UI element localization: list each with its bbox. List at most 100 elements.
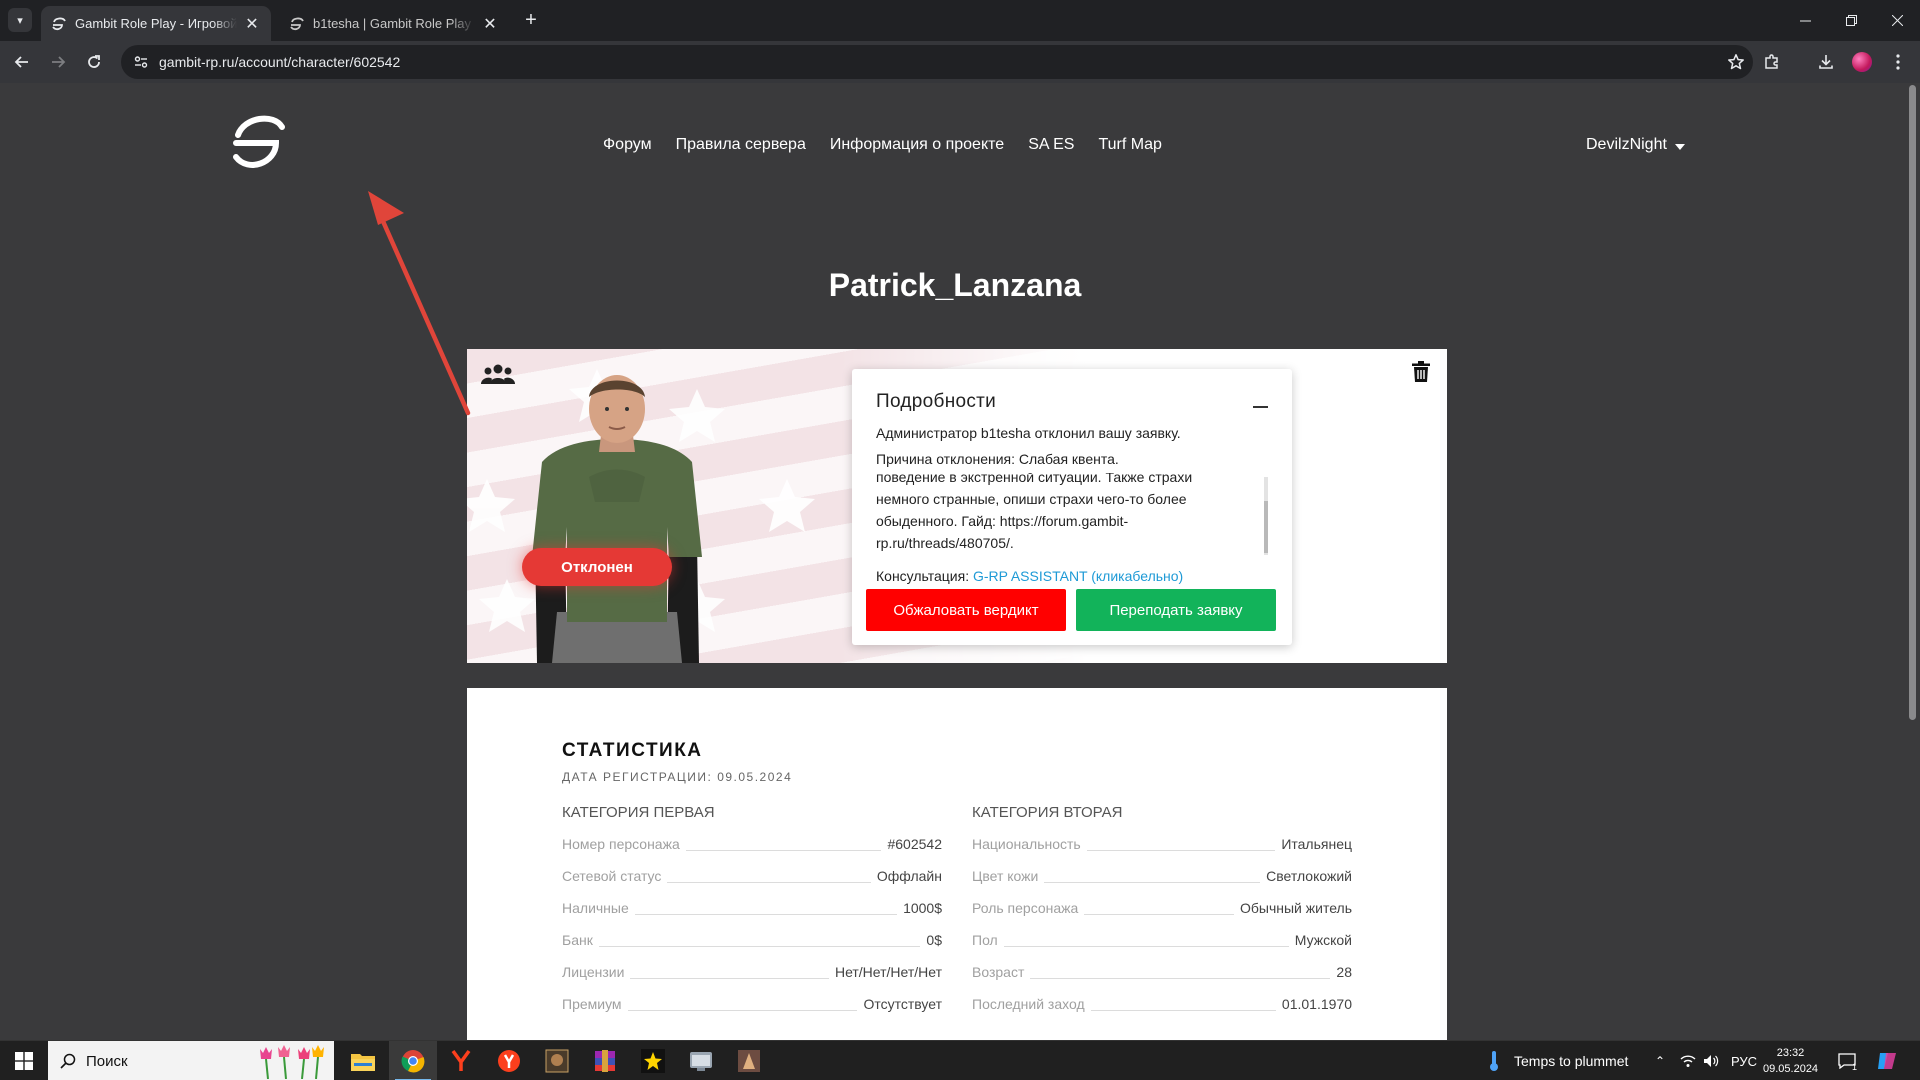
reload-button[interactable] [80,48,108,76]
taskbar-yandex[interactable] [485,1041,533,1080]
page-scrollbar[interactable] [1905,83,1920,1040]
volume-control[interactable] [1703,1041,1719,1080]
stat-key: Роль персонажа [972,900,1079,916]
windows-taskbar: Поиск Temps to plummet ⌃ РУС 23:32 09.05… [0,1040,1920,1080]
trash-icon[interactable] [1412,361,1430,382]
taskbar-winrar[interactable] [581,1041,629,1080]
extensions-button[interactable] [1758,48,1786,76]
details-panel: Подробности Администратор b1tesha отклон… [852,369,1292,645]
game-app-icon [545,1049,569,1073]
copilot-button[interactable] [1876,1041,1898,1080]
assistant-link[interactable]: G-RP ASSISTANT (кликабельно) [973,568,1183,584]
resubmit-application-button[interactable]: Переподать заявку [1076,589,1276,631]
nav-forum[interactable]: Форум [603,136,652,154]
taskbar-search-box[interactable]: Поиск [48,1041,334,1080]
search-icon [60,1053,76,1069]
tulips-decoration-icon [260,1045,324,1079]
taskbar-game-app[interactable] [533,1041,581,1080]
bookmark-star-icon[interactable] [1719,53,1753,71]
minimize-icon [1799,20,1811,22]
address-bar[interactable]: gambit-rp.ru/account/character/602542 [121,45,1753,79]
nav-project-info[interactable]: Информация о проекте [830,136,1004,154]
restore-window-button[interactable] [1828,0,1874,41]
taskbar-app-window[interactable] [677,1041,725,1080]
downloads-button[interactable] [1812,48,1840,76]
stat-value: 1000$ [903,900,942,916]
taskbar-chrome[interactable] [389,1041,437,1080]
language-indicator[interactable]: РУС [1731,1041,1757,1080]
browser-toolbar: gambit-rp.ru/account/character/602542 [0,41,1920,83]
stat-value: Мужской [1294,932,1352,948]
site-settings-icon[interactable] [131,52,151,72]
minimize-window-button[interactable] [1782,0,1828,41]
stat-key: Последний заход [972,996,1085,1012]
stat-key: Номер персонажа [562,836,680,852]
group-users-icon[interactable] [481,363,515,385]
close-window-button[interactable] [1874,0,1920,41]
browser-menu-button[interactable] [1884,48,1912,76]
back-button[interactable] [8,48,36,76]
star-app-icon [641,1049,665,1073]
copilot-icon [1878,1053,1896,1069]
tab-search-button[interactable]: ▾ [8,8,32,32]
gambit-favicon-icon [290,17,304,30]
character-card: Отклонен Подробности Администратор b1tes… [467,349,1447,663]
taskbar-star-app[interactable] [629,1041,677,1080]
chevron-down-icon: ▾ [17,14,23,27]
stat-row: Цвет кожи Светлокожий [972,868,1352,900]
stat-row: Сетевой статус Оффлайн [562,868,942,900]
tab-b1tesha-forum[interactable]: b1tesha | Gambit Role Play - Фо ✕ [279,6,509,41]
stat-value: #602542 [887,836,942,852]
appeal-verdict-button[interactable]: Обжаловать вердикт [866,589,1066,631]
reload-icon [88,55,100,68]
forward-button[interactable] [44,48,72,76]
start-button[interactable] [0,1041,48,1080]
taskbar-clock[interactable]: 23:32 09.05.2024 [1763,1045,1818,1077]
statistics-title: СТАТИСТИКА [562,740,703,761]
network-status[interactable] [1680,1041,1696,1080]
show-hidden-icons-button[interactable]: ⌃ [1655,1041,1665,1080]
search-label: Поиск [86,1052,128,1070]
stat-key: Лицензии [562,964,625,980]
user-menu[interactable]: DevilzNight [1586,136,1685,154]
taskbar-yandex-browser[interactable] [437,1041,485,1080]
weather-widget[interactable]: Temps to plummet [1488,1041,1628,1080]
category-two-list: Национальность Итальянец Цвет кожи Светлок… [972,836,1352,1028]
page-viewport: Форум Правила сервера Информация о проек… [0,83,1920,1040]
tab-title: b1tesha | Gambit Role Play - Фо [313,16,475,31]
chrome-icon [401,1050,425,1073]
gambit-logo-icon[interactable] [230,113,286,171]
stat-key: Возраст [972,964,1025,980]
new-tab-button[interactable]: + [520,9,542,31]
nav-sa-es[interactable]: SA ES [1028,136,1074,154]
taskbar-file-explorer[interactable] [339,1041,387,1080]
notification-center-button[interactable]: 1 [1838,1041,1857,1080]
close-tab-icon[interactable]: ✕ [481,14,499,34]
stat-value: Нет/Нет/Нет/Нет [834,964,942,980]
reason-scrollbar[interactable] [1264,477,1268,555]
profile-button[interactable] [1848,48,1876,76]
url-text[interactable]: gambit-rp.ru/account/character/602542 [159,54,1719,70]
stat-row: Лицензии Нет/Нет/Нет/Нет [562,964,942,996]
arrow-right-icon [52,56,66,68]
page-scrollbar-thumb[interactable] [1909,85,1916,720]
stat-row: Банк 0$ [562,932,942,964]
restore-icon [1845,15,1857,26]
tab-gambit-role-play[interactable]: Gambit Role Play - Игровой пр ✕ [41,6,271,41]
nav-turf-map[interactable]: Turf Map [1098,136,1161,154]
stat-key: Наличные [562,900,629,916]
reason-details-text: поведение в экстренной ситуации. Также с… [876,473,1193,551]
collapse-minus-icon[interactable] [1253,406,1268,408]
reason-scrollbar-thumb[interactable] [1264,501,1268,553]
stat-row: Пол Мужской [972,932,1352,964]
yandex-y-icon [451,1049,471,1071]
winrar-icon [595,1050,615,1072]
close-tab-icon[interactable]: ✕ [243,14,261,34]
taskbar-game-launcher[interactable] [725,1041,773,1080]
nav-server-rules[interactable]: Правила сервера [676,136,806,154]
reason-scroll-area[interactable]: поведение в экстренной ситуации. Также с… [876,473,1268,558]
chevron-up-icon: ⌃ [1655,1054,1666,1068]
thermometer-icon [1490,1051,1498,1071]
game-launcher-icon [738,1050,760,1072]
registration-date: ДАТА РЕГИСТРАЦИИ: 09.05.2024 [562,770,793,784]
